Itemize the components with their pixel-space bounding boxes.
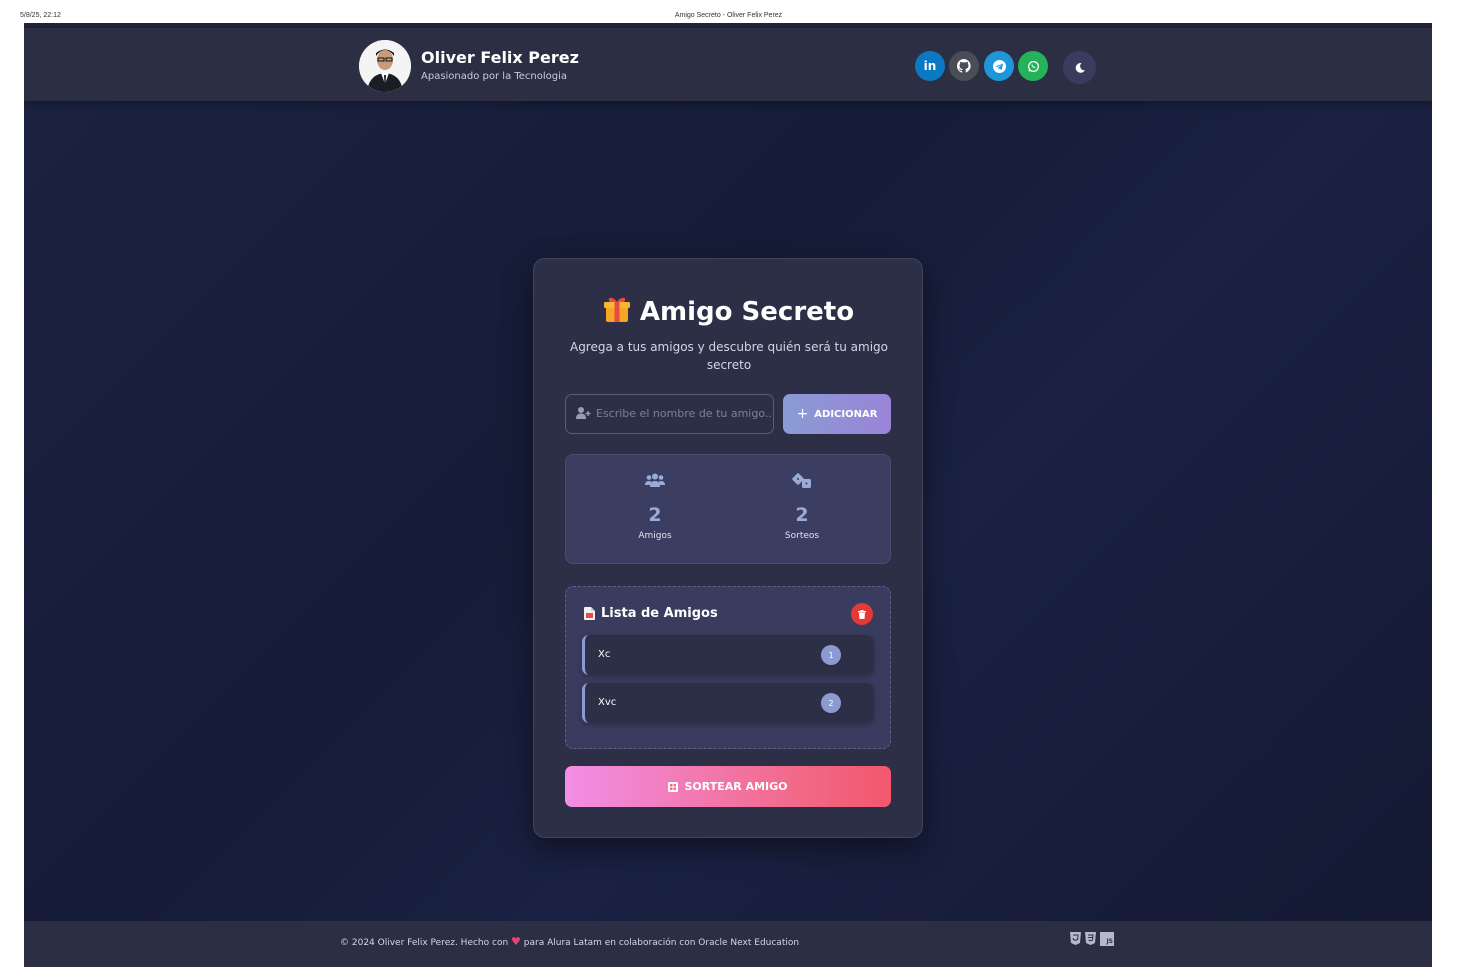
- friend-name-field: [565, 394, 774, 434]
- stat-draws: 2 Sorteos: [732, 473, 872, 541]
- friend-number-badge: 1: [821, 645, 841, 665]
- plus-icon: +: [796, 406, 809, 422]
- friends-list-panel: Lista de Amigos Xc 1 Xvc 2: [565, 586, 891, 749]
- avatar[interactable]: [359, 40, 411, 92]
- friend-list-item: Xc 1: [582, 635, 874, 675]
- theme-toggle-button[interactable]: [1063, 51, 1096, 84]
- shuffle-icon: [668, 781, 679, 792]
- stats-panel: 2 Amigos 2 Sorteos: [565, 454, 891, 564]
- draw-friend-label: SORTEAR AMIGO: [684, 780, 788, 793]
- js-label: JS: [1106, 938, 1113, 945]
- telegram-icon: [992, 59, 1006, 73]
- print-header: 5/8/25, 22:12 Amigo Secreto - Oliver Fel…: [0, 0, 1457, 22]
- list-icon: [584, 607, 595, 620]
- footer-text: © 2024 Oliver Felix Perez. Hecho con ♥ p…: [340, 935, 799, 948]
- dice-icon: [732, 473, 872, 491]
- card-title-text: Amigo Secreto: [639, 297, 855, 327]
- footer-text-start: © 2024 Oliver Felix Perez. Hecho con: [340, 938, 509, 948]
- users-icon: [585, 473, 725, 491]
- friend-name-input[interactable]: [596, 395, 771, 432]
- friends-label: Amigos: [638, 531, 672, 541]
- linkedin-icon: in: [923, 59, 937, 73]
- friends-list-title: Lista de Amigos: [584, 606, 718, 621]
- whatsapp-link[interactable]: [1018, 51, 1048, 81]
- footer-text-end: para Alura Latam en colaboración con Ora…: [523, 938, 800, 948]
- friends-list-title-text: Lista de Amigos: [601, 606, 718, 621]
- css3-icon: [1085, 932, 1096, 945]
- stat-friends: 2 Amigos: [585, 473, 725, 541]
- draw-friend-button[interactable]: SORTEAR AMIGO: [565, 766, 891, 807]
- card-subtitle: Agrega a tus amigos y descubre quién ser…: [569, 340, 889, 372]
- top-navbar: Oliver Felix Perez Apasionado por la Tec…: [24, 28, 1432, 101]
- add-friend-label: ADICIONAR: [814, 408, 878, 420]
- page-frame: Oliver Felix Perez Apasionado por la Tec…: [24, 23, 1432, 967]
- friend-name: Xc: [598, 649, 611, 660]
- footer: © 2024 Oliver Felix Perez. Hecho con ♥ p…: [24, 921, 1432, 967]
- friends-count: 2: [648, 504, 662, 526]
- add-friend-button[interactable]: + ADICIONAR: [783, 394, 891, 434]
- print-title: Amigo Secreto - Oliver Felix Perez: [674, 12, 783, 19]
- heart-icon: ♥: [511, 935, 521, 948]
- github-link[interactable]: [949, 51, 979, 81]
- js-icon: JS: [1100, 932, 1114, 946]
- card-title: Amigo Secreto: [534, 295, 924, 330]
- brand-name: Oliver Felix Perez: [421, 48, 579, 67]
- html5-icon: [1070, 932, 1081, 945]
- friend-list-item: Xvc 2: [582, 683, 874, 723]
- github-icon: [957, 59, 971, 73]
- telegram-link[interactable]: [984, 51, 1014, 81]
- linkedin-link[interactable]: in: [915, 51, 945, 81]
- trash-icon: [858, 609, 866, 619]
- clear-list-button[interactable]: [851, 603, 873, 625]
- friend-number-badge: 2: [821, 693, 841, 713]
- secret-friend-card: Amigo Secreto Agrega a tus amigos y desc…: [533, 258, 923, 838]
- draws-label: Sorteos: [784, 531, 820, 541]
- whatsapp-icon: [1027, 60, 1039, 72]
- gift-icon: [603, 295, 630, 330]
- brand-tagline: Apasionado por la Tecnologia: [421, 71, 568, 82]
- draws-count: 2: [795, 504, 809, 526]
- moon-icon: [1075, 62, 1085, 73]
- tech-icons: JS: [1070, 932, 1114, 946]
- friend-name: Xvc: [598, 697, 617, 708]
- user-plus-icon: [576, 407, 591, 419]
